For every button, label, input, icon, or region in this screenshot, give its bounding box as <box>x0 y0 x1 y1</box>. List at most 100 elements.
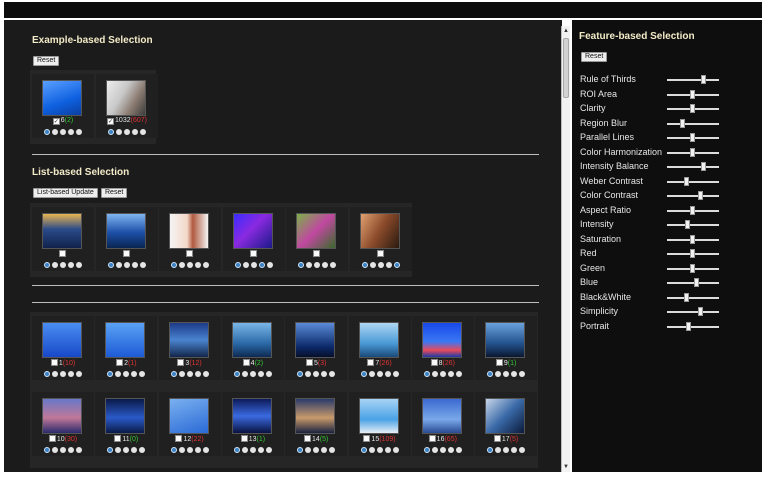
rating-dot-radio[interactable] <box>107 371 114 377</box>
select-checkbox[interactable] <box>186 250 193 257</box>
scrollbar-thumb[interactable] <box>563 38 569 98</box>
image-thumbnail[interactable] <box>105 213 146 249</box>
image-thumbnail[interactable] <box>485 322 526 358</box>
image-tile[interactable] <box>286 207 348 271</box>
rating-dot-radio[interactable] <box>495 447 502 453</box>
rating-dot-radio[interactable] <box>44 447 50 453</box>
rating-dot-radio[interactable] <box>115 262 122 268</box>
rating-dot-radio[interactable] <box>139 371 146 377</box>
rating-dot-radio[interactable] <box>266 262 273 268</box>
feature-slider-handle[interactable] <box>685 321 691 331</box>
rating-dot-radio[interactable] <box>431 371 438 377</box>
rating-dot-radio[interactable] <box>123 262 130 268</box>
rating-dot-radio[interactable] <box>306 262 312 268</box>
rating-dot-radio[interactable] <box>314 262 320 268</box>
image-thumbnail[interactable] <box>358 322 399 358</box>
rating-dot-radio[interactable] <box>360 447 367 453</box>
rating-dot-radio[interactable] <box>242 262 249 268</box>
rating-dot-radio[interactable] <box>233 447 240 453</box>
feature-slider-handle[interactable] <box>690 147 695 157</box>
rating-dot-radio[interactable] <box>298 262 304 268</box>
rating-dot-radio[interactable] <box>44 129 50 135</box>
rating-dot-radio[interactable] <box>265 371 272 377</box>
image-tile[interactable]: 1(10) <box>32 316 94 380</box>
select-checkbox[interactable] <box>175 435 183 442</box>
rating-dot-radio[interactable] <box>257 447 264 453</box>
rating-dot-radio[interactable] <box>139 262 146 268</box>
image-thumbnail[interactable] <box>421 398 462 434</box>
select-checkbox[interactable] <box>313 250 320 257</box>
select-checkbox[interactable] <box>114 435 122 442</box>
select-checkbox[interactable] <box>59 250 66 257</box>
feature-slider-handle[interactable] <box>698 307 704 316</box>
rating-dot-radio[interactable] <box>329 371 336 377</box>
rating-dot-radio[interactable] <box>250 262 257 268</box>
feature-slider-handle[interactable] <box>690 263 695 273</box>
feature-slider-track[interactable] <box>667 104 719 113</box>
rating-dot-radio[interactable] <box>131 371 138 377</box>
rating-dot-radio[interactable] <box>511 447 518 453</box>
rating-dot-radio[interactable] <box>503 371 510 377</box>
image-tile[interactable]: 3(12) <box>158 316 221 380</box>
rating-dot-radio[interactable] <box>179 262 185 268</box>
rating-dot-radio[interactable] <box>360 371 367 377</box>
rating-dot-radio[interactable] <box>186 371 193 377</box>
feature-slider-handle[interactable] <box>690 104 695 113</box>
rating-dot-radio[interactable] <box>297 447 304 453</box>
rating-dot-radio[interactable] <box>321 371 328 377</box>
image-tile[interactable]: 14(5) <box>285 392 348 456</box>
feature-slider-track[interactable] <box>667 147 719 157</box>
rating-dot-radio[interactable] <box>439 447 446 453</box>
feature-slider-handle[interactable] <box>683 292 689 302</box>
rating-dot-radio[interactable] <box>60 129 66 135</box>
feature-slider-track[interactable] <box>667 162 719 171</box>
feature-slider-handle[interactable] <box>690 205 695 215</box>
rating-dot-radio[interactable] <box>330 262 336 268</box>
scroll-down-arrow-icon[interactable]: ▼ <box>562 463 570 471</box>
rating-dot-radio[interactable] <box>123 371 130 377</box>
feature-slider-handle[interactable] <box>694 278 700 287</box>
feature-slider-track[interactable] <box>667 205 719 215</box>
rating-dot-radio[interactable] <box>329 447 336 453</box>
rating-dot-radio[interactable] <box>76 371 82 377</box>
image-tile[interactable]: 4(2) <box>221 316 284 380</box>
rating-dot-radio[interactable] <box>361 262 368 268</box>
feature-slider-track[interactable] <box>667 118 719 128</box>
feature-slider-track[interactable] <box>667 263 719 273</box>
rating-dot-radio[interactable] <box>52 447 58 453</box>
feature-slider-handle[interactable] <box>683 176 689 186</box>
image-tile[interactable]: 2(1) <box>95 316 158 380</box>
rating-dot-radio[interactable] <box>368 371 375 377</box>
image-thumbnail[interactable] <box>485 398 526 434</box>
rating-dot-radio[interactable] <box>384 371 391 377</box>
feature-slider-track[interactable] <box>667 220 719 229</box>
image-thumbnail[interactable] <box>232 213 273 249</box>
rating-dot-radio[interactable] <box>431 447 438 453</box>
feature-slider-track[interactable] <box>667 75 719 84</box>
rating-dot-radio[interactable] <box>265 447 272 453</box>
rating-dot-radio[interactable] <box>447 447 454 453</box>
feature-slider-track[interactable] <box>667 292 719 302</box>
image-thumbnail[interactable] <box>358 398 399 434</box>
image-tile[interactable] <box>222 207 285 271</box>
rating-dot-radio[interactable] <box>186 447 193 453</box>
feature-slider-track[interactable] <box>667 278 719 287</box>
list-reset-button[interactable]: Reset <box>101 188 128 198</box>
rating-dot-radio[interactable] <box>178 371 185 377</box>
image-thumbnail[interactable] <box>105 322 146 358</box>
feature-reset-button[interactable]: Reset <box>581 52 608 62</box>
image-tile[interactable]: 12(22) <box>158 392 221 456</box>
select-checkbox[interactable] <box>116 359 124 366</box>
feature-slider-track[interactable] <box>667 249 719 258</box>
image-tile[interactable]: 16(65) <box>411 392 474 456</box>
rating-dot-radio[interactable] <box>258 262 265 268</box>
image-tile[interactable]: 9(1) <box>475 316 538 380</box>
image-thumbnail[interactable] <box>359 213 400 249</box>
feature-slider-handle[interactable] <box>690 234 695 244</box>
rating-dot-radio[interactable] <box>60 447 66 453</box>
rating-dot-radio[interactable] <box>115 371 122 377</box>
rating-dot-radio[interactable] <box>257 371 264 377</box>
rating-dot-radio[interactable] <box>107 447 114 453</box>
rating-dot-radio[interactable] <box>233 371 240 377</box>
rating-dot-radio[interactable] <box>519 371 526 377</box>
